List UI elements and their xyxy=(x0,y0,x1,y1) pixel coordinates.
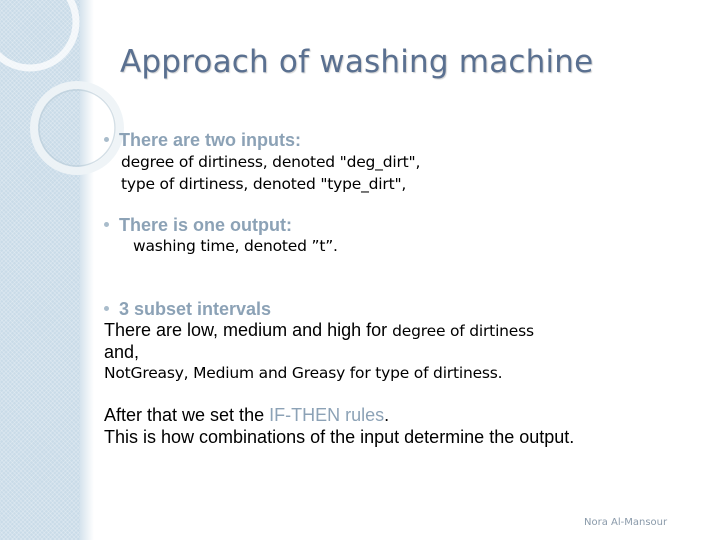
inputs-line-1: degree of dirtiness, denoted "deg_dirt", xyxy=(121,153,421,171)
bullet-dot xyxy=(104,306,109,312)
intervals-line-1-term: degree of dirtiness xyxy=(392,322,534,340)
intervals-line-3: NotGreasy, Medium and Greasy for type of… xyxy=(104,364,503,382)
rules-line-1: After that we set the IF-THEN rules. xyxy=(104,405,389,426)
rules-line-1-end: . xyxy=(384,405,390,425)
top-ring xyxy=(0,0,80,72)
middle-ring xyxy=(30,81,124,175)
slide-title: Approach of washing machine xyxy=(120,44,594,80)
intervals-heading: 3 subset intervals xyxy=(119,299,272,319)
bullet-inputs: There are two inputs: xyxy=(104,130,301,151)
bullet-dot xyxy=(104,137,109,143)
output-line-1: washing time, denoted ”t”. xyxy=(133,237,338,255)
inputs-line-2: type of dirtiness, denoted "type_dirt", xyxy=(121,175,407,193)
if-then-rules-highlight: IF-THEN rules xyxy=(269,405,385,425)
rules-line-2: This is how combinations of the input de… xyxy=(104,427,575,447)
intervals-line-2: and, xyxy=(104,342,140,362)
output-heading: There is one output: xyxy=(119,215,292,235)
intervals-line-3-text: NotGreasy, Medium and Greasy for xyxy=(104,364,376,382)
inputs-heading: There are two inputs: xyxy=(119,130,302,150)
intervals-line-1-text: There are low, medium and high for xyxy=(104,320,393,340)
bullet-dot xyxy=(104,222,109,228)
rules-line-1-text: After that we set the xyxy=(104,405,270,425)
intervals-line-3-term: type of dirtiness. xyxy=(375,364,503,382)
bullet-intervals: 3 subset intervals xyxy=(104,299,271,320)
middle-ring-inner xyxy=(38,89,116,167)
intervals-line-1: There are low, medium and high for degre… xyxy=(104,320,534,341)
bullet-output: There is one output: xyxy=(104,215,292,236)
slide: Approach of washing machine There are tw… xyxy=(0,0,720,540)
footer-author: Nora Al-Mansour xyxy=(584,517,668,528)
